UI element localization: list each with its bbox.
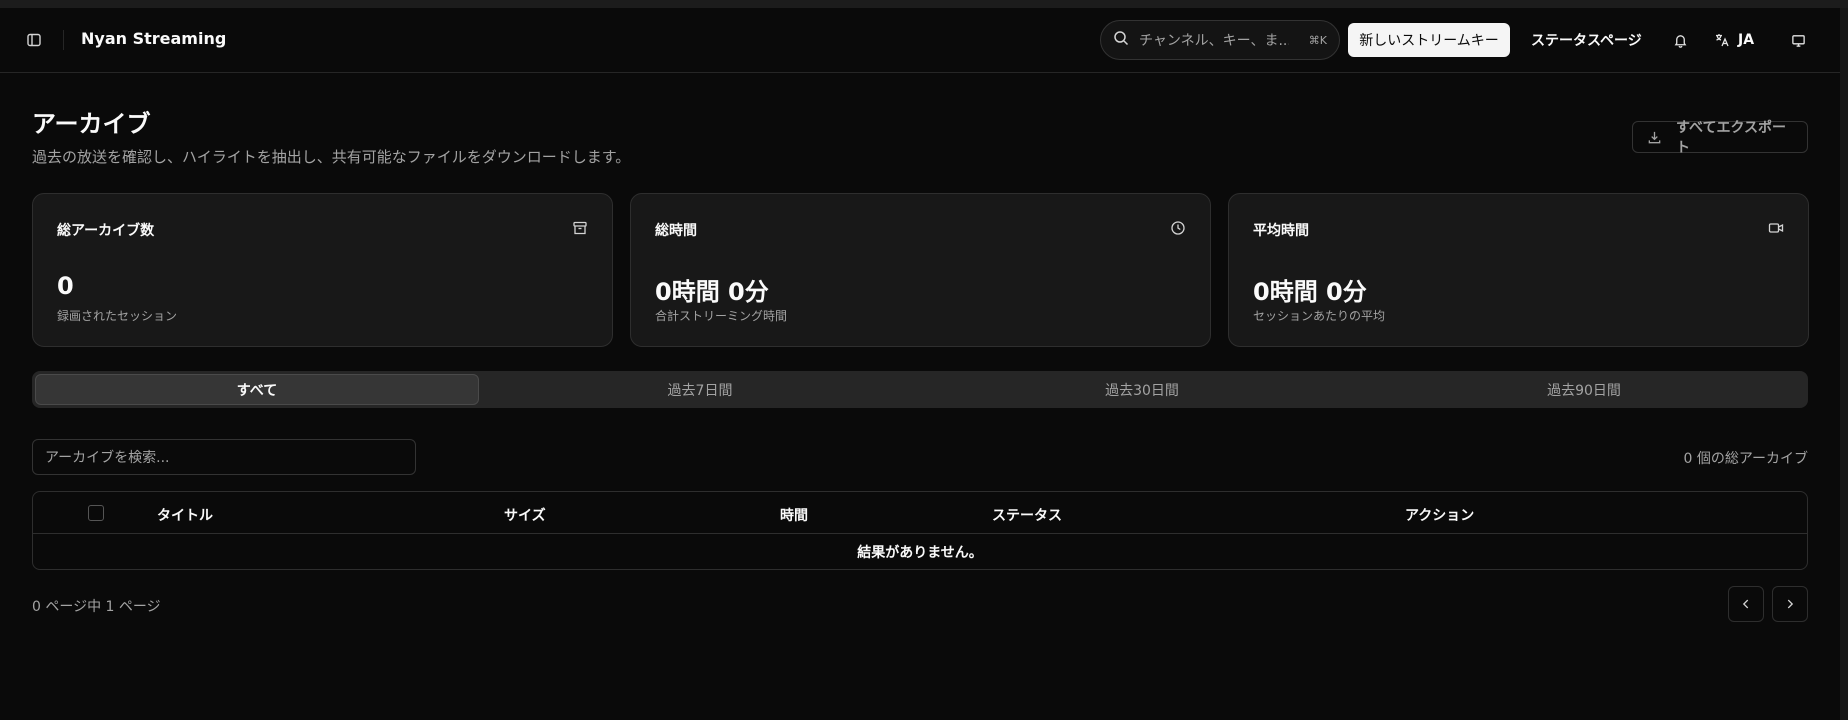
search-icon xyxy=(1113,30,1129,50)
archive-search-input[interactable]: アーカイブを検索... xyxy=(32,439,416,475)
download-icon xyxy=(1647,130,1662,145)
language-switcher[interactable]: JA xyxy=(1714,30,1754,50)
stat-card-total-archives: 総アーカイブ数 0 録画されたセッション xyxy=(32,193,613,347)
time-range-tabs: すべて 過去7日間 過去30日間 過去90日間 xyxy=(32,371,1808,408)
page-subtitle: 過去の放送を確認し、ハイライトを抽出し、共有可能なファイルをダウンロードします。 xyxy=(32,148,631,166)
search-placeholder: チャンネル、キー、ま... xyxy=(1139,33,1289,49)
archive-table: タイトル サイズ 時間 ステータス アクション 結果がありません。 xyxy=(32,491,1808,570)
stat-card-value: 0時間 0分 xyxy=(655,278,769,306)
stat-card-title: 総時間 xyxy=(655,223,697,239)
column-actions: アクション xyxy=(1405,508,1475,524)
tab-all[interactable]: すべて xyxy=(35,374,479,405)
language-label: JA xyxy=(1738,32,1755,48)
clock-icon xyxy=(1170,220,1186,236)
top-header: Nyan Streaming チャンネル、キー、ま... ⌘K 新しいストリーム… xyxy=(0,8,1840,73)
page-title: アーカイブ xyxy=(32,110,151,138)
stat-card-caption: 合計ストリーミング時間 xyxy=(655,309,788,323)
table-empty-message: 結果がありません。 xyxy=(857,545,983,561)
select-all-checkbox[interactable] xyxy=(88,505,104,521)
translate-icon xyxy=(1714,32,1730,48)
pagination-info: 0 ページ中 1 ページ xyxy=(32,599,161,615)
bell-icon[interactable] xyxy=(1670,30,1690,50)
header-divider xyxy=(63,30,64,50)
archive-icon xyxy=(572,220,588,236)
tab-last-30-days[interactable]: 過去30日間 xyxy=(921,374,1363,405)
stat-card-average-time: 平均時間 0時間 0分 セッションあたりの平均 xyxy=(1228,193,1809,347)
monitor-icon[interactable] xyxy=(1788,30,1808,50)
tab-last-90-days[interactable]: 過去90日間 xyxy=(1363,374,1805,405)
tab-last-7-days[interactable]: 過去7日間 xyxy=(479,374,921,405)
stat-card-caption: 録画されたセッション xyxy=(57,309,178,323)
total-archive-count: 0 個の総アーカイブ xyxy=(1683,451,1808,467)
export-all-button[interactable]: すべてエクスポート xyxy=(1632,120,1808,156)
table-header: タイトル サイズ 時間 ステータス アクション xyxy=(33,492,1807,534)
stat-card-title: 平均時間 xyxy=(1253,223,1309,239)
next-page-button[interactable] xyxy=(1772,586,1808,622)
previous-page-button[interactable] xyxy=(1728,586,1764,622)
stat-card-title: 総アーカイブ数 xyxy=(57,223,155,239)
status-page-link[interactable]: ステータスページ xyxy=(1531,30,1642,50)
chevron-right-icon xyxy=(1787,599,1794,609)
stat-card-total-time: 総時間 0時間 0分 合計ストリーミング時間 xyxy=(630,193,1211,347)
column-title: タイトル xyxy=(157,508,213,524)
video-icon xyxy=(1768,220,1784,236)
stat-card-caption: セッションあたりの平均 xyxy=(1253,309,1386,323)
column-status: ステータス xyxy=(992,508,1062,524)
app-title: Nyan Streaming xyxy=(81,29,227,48)
export-all-label: すべてエクスポート xyxy=(1676,120,1787,156)
page-scrollbar[interactable] xyxy=(1840,8,1848,720)
stat-card-value: 0時間 0分 xyxy=(1253,278,1367,306)
window-top-strip xyxy=(0,0,1848,8)
search-shortcut-hint: ⌘K xyxy=(1308,33,1327,47)
column-duration: 時間 xyxy=(780,508,808,524)
column-size: サイズ xyxy=(504,508,546,524)
sidebar-toggle-icon[interactable] xyxy=(24,30,44,50)
new-stream-key-button[interactable]: 新しいストリームキー xyxy=(1348,23,1510,57)
chevron-left-icon xyxy=(1742,599,1749,609)
stat-card-value: 0 xyxy=(57,272,74,300)
global-search-input[interactable]: チャンネル、キー、ま... ⌘K xyxy=(1100,20,1340,60)
